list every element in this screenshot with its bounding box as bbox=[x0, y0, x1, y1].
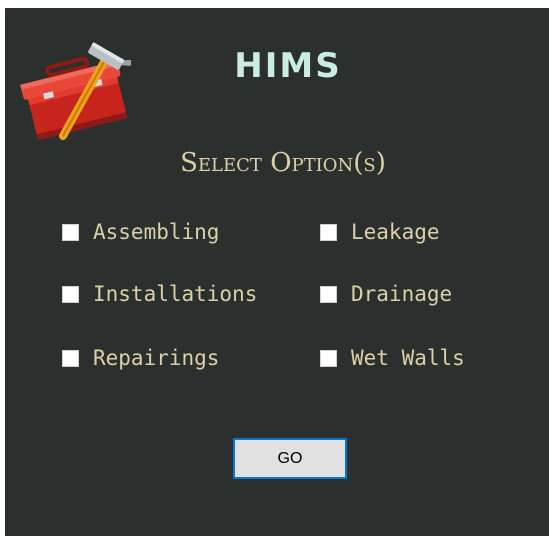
go-button[interactable]: GO bbox=[233, 438, 347, 479]
option-label: Assembling bbox=[93, 220, 220, 244]
option-label: Repairings bbox=[93, 346, 220, 370]
option-drainage[interactable]: Drainage bbox=[320, 281, 452, 307]
app-window: HIMS Select Option(s) Assembling Install… bbox=[5, 8, 549, 536]
drainage-checkbox[interactable] bbox=[320, 285, 337, 303]
option-repairings[interactable]: Repairings bbox=[62, 345, 219, 371]
repairings-checkbox[interactable] bbox=[62, 349, 79, 367]
option-installations[interactable]: Installations bbox=[62, 281, 257, 307]
option-label: Wet Walls bbox=[351, 346, 465, 370]
option-leakage[interactable]: Leakage bbox=[320, 219, 440, 245]
option-wet-walls[interactable]: Wet Walls bbox=[320, 345, 465, 371]
installations-checkbox[interactable] bbox=[62, 285, 79, 303]
option-assembling[interactable]: Assembling bbox=[62, 219, 219, 245]
leakage-checkbox[interactable] bbox=[320, 223, 337, 241]
wet-walls-checkbox[interactable] bbox=[320, 349, 337, 367]
app-title: HIMS bbox=[234, 46, 342, 86]
assembling-checkbox[interactable] bbox=[62, 223, 79, 241]
option-label: Leakage bbox=[351, 220, 440, 244]
select-options-heading: Select Option(s) bbox=[180, 148, 386, 178]
option-label: Drainage bbox=[351, 282, 453, 306]
option-label: Installations bbox=[93, 282, 258, 306]
